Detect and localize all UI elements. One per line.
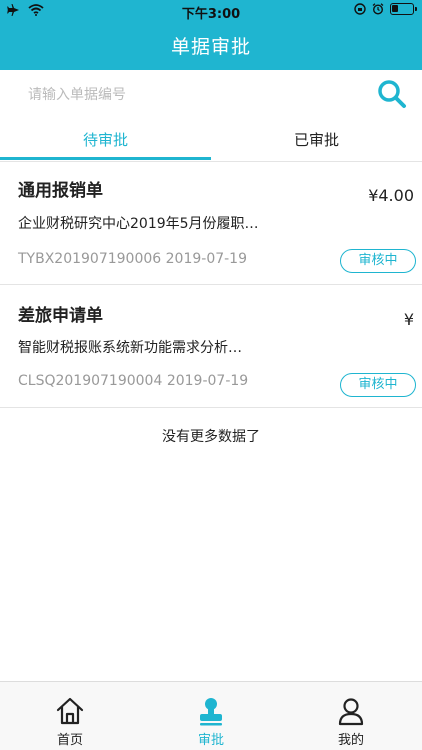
card-title: 通用报销单 — [18, 181, 103, 201]
card-meta: TYBX201907190006 2019-07-19 — [18, 251, 247, 267]
card-description: 智能财税报账系统新功能需求分析… — [18, 340, 242, 356]
battery-icon — [390, 3, 417, 15]
card-description: 企业财税研究中心2019年5月份履职… — [18, 216, 259, 232]
search-icon[interactable] — [376, 78, 408, 110]
status-right — [354, 3, 417, 15]
list-item[interactable]: 差旅申请单 ¥ 智能财税报账系统新功能需求分析… CLSQ20190719000… — [0, 285, 422, 408]
stamp-icon — [200, 698, 222, 726]
status-badge[interactable]: 审核中 — [340, 249, 416, 273]
tab-pending[interactable]: 待审批 — [0, 120, 211, 161]
tab-bar: 待审批 已审批 — [0, 120, 422, 162]
card-title: 差旅申请单 — [18, 306, 103, 326]
app-header: 下午3:00 单据审批 — [0, 0, 422, 70]
end-of-list-text: 没有更多数据了 — [162, 429, 260, 445]
card-amount: ¥ — [403, 310, 414, 329]
card-meta: CLSQ201907190004 2019-07-19 — [18, 373, 249, 389]
tabbar-label: 审批 — [197, 733, 224, 748]
rotation-lock-icon — [354, 3, 366, 15]
alarm-icon — [372, 3, 384, 15]
status-badge[interactable]: 审核中 — [340, 373, 416, 397]
home-icon — [56, 697, 84, 725]
tab-approved[interactable]: 已审批 — [211, 120, 422, 161]
tabbar-item-profile[interactable]: 我的 — [301, 682, 401, 750]
tabbar-item-approval[interactable]: 审批 — [161, 682, 261, 750]
status-bar: 下午3:00 — [0, 0, 422, 22]
user-icon — [338, 698, 364, 726]
tabbar-item-home[interactable]: 首页 — [20, 682, 120, 750]
card-amount: ¥4.00 — [368, 186, 414, 205]
tabbar-label: 我的 — [337, 733, 364, 748]
search-bar — [0, 70, 422, 120]
tabbar-label: 首页 — [56, 733, 83, 748]
page-title: 单据审批 — [170, 36, 251, 58]
active-tab-indicator — [0, 157, 211, 160]
bottom-tab-bar: 首页 审批 我的 — [0, 681, 422, 750]
search-input[interactable] — [28, 82, 358, 108]
list-item[interactable]: 通用报销单 ¥4.00 企业财税研究中心2019年5月份履职… TYBX2019… — [0, 162, 422, 285]
